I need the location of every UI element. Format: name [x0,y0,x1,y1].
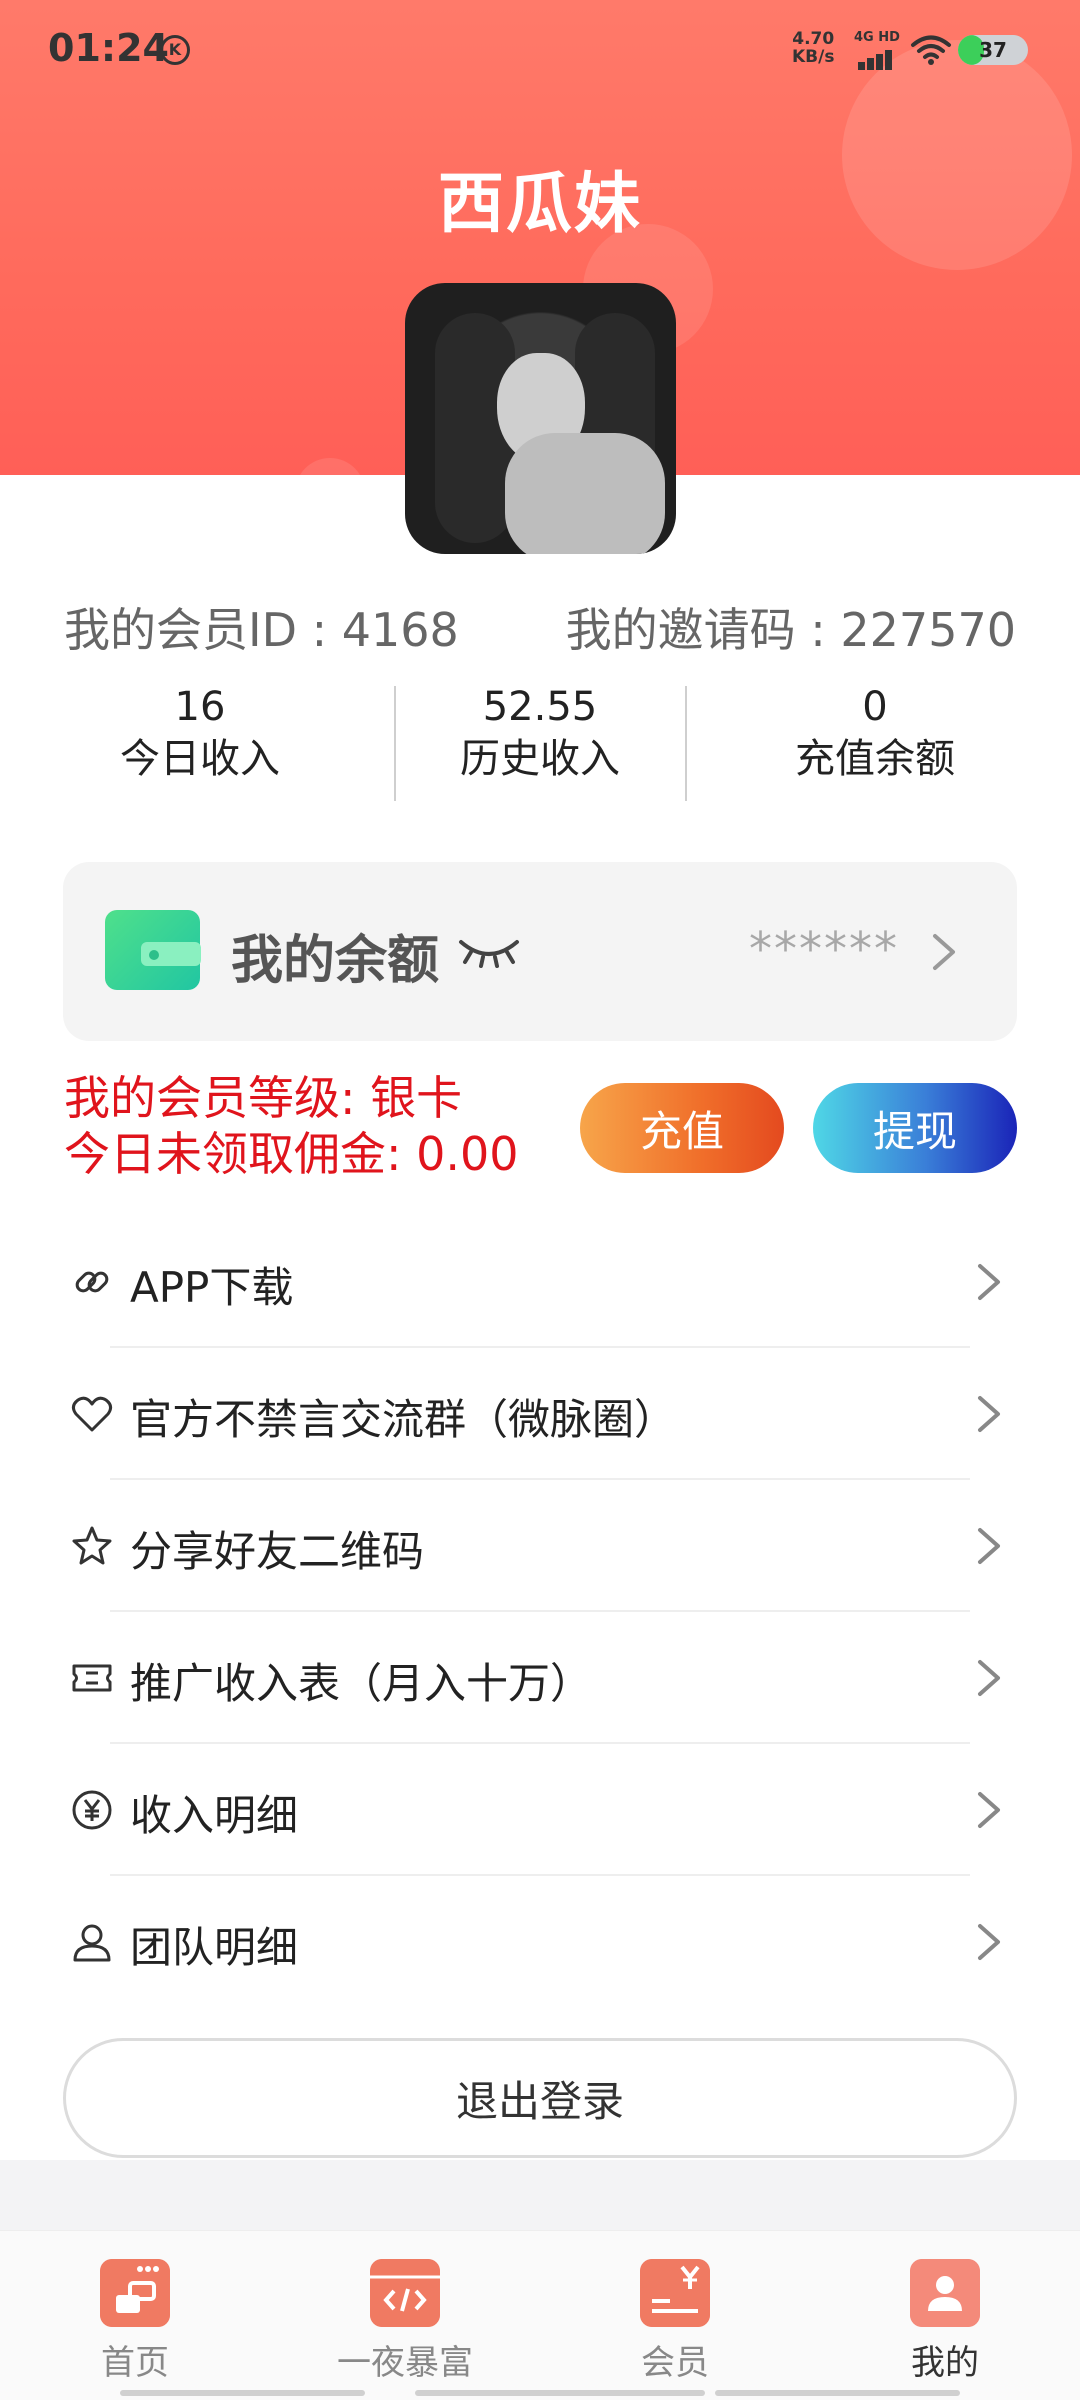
nav-label: 会员 [641,2343,709,2383]
member-id: 我的会员ID : 4168 [64,603,459,657]
gesture-bar [120,2390,365,2396]
menu-item-income-detail[interactable]: 收入明细 [0,1744,1080,1876]
network-speed-value: 4.70 [792,29,835,49]
battery-level: 37 [979,38,1007,62]
user-nickname: 西瓜妹 [438,165,642,242]
chevron-right-icon [978,1264,1000,1300]
recharge-button[interactable]: 充值 [580,1083,784,1173]
network-speed-unit: KB/s [792,47,835,67]
menu-label: 收入明细 [130,1791,299,1840]
member-level-info: 我的会员等级: 银卡 今日未领取佣金: 0.00 [64,1070,519,1182]
gesture-bar [415,2390,705,2396]
ticket-icon [72,1664,112,1692]
user-icon [73,1924,111,1962]
eye-closed-icon[interactable] [457,932,521,968]
menu-label: 分享好友二维码 [130,1527,425,1576]
stat-value: 16 [174,684,226,730]
profile-icon [910,2259,980,2327]
chevron-right-icon [978,1792,1000,1828]
chevron-right-icon [978,1528,1000,1564]
menu-label: APP下载 [130,1263,294,1312]
cell-signal-icon: 4G HD [854,30,900,70]
nav-get-rich[interactable]: 一夜暴富 [305,2259,505,2399]
home-icon [100,2259,170,2327]
nav-mine[interactable]: 我的 [845,2259,1045,2399]
nav-label: 一夜暴富 [337,2343,473,2383]
stat-label: 充值余额 [795,736,955,782]
stat-label: 今日收入 [120,736,280,782]
network-type-label: 4G HD [854,30,900,45]
profile-menu: APP下载 官方不禁言交流群（微脉圈） 分享好友二维码 推广收入表（月入十万） [0,1216,1080,2008]
yen-circle-icon [72,1790,112,1830]
balance-masked-value: ****** [749,922,899,976]
stat-value: 0 [862,684,888,730]
logout-button[interactable]: 退出登录 [63,2038,1017,2158]
k-badge-icon: K [160,35,190,65]
balance-card[interactable]: 我的余额 ****** [63,862,1017,1041]
link-icon [75,1271,109,1293]
divider [394,686,396,801]
divider [685,686,687,801]
stat-label: 历史收入 [460,736,620,782]
menu-label: 官方不禁言交流群（微脉圈） [130,1395,677,1444]
wifi-icon [911,35,951,65]
withdraw-button[interactable]: 提现 [813,1083,1017,1173]
menu-label: 团队明细 [130,1923,299,1972]
battery-icon: 37 [958,35,1028,65]
nav-member[interactable]: 会员 [575,2259,775,2399]
stat-recharge-balance[interactable]: 0 充值余额 [725,680,1025,800]
invite-code[interactable]: 我的邀请码 : 227570 [566,594,1016,660]
stat-value: 52.55 [482,684,598,730]
code-icon [370,2259,440,2327]
menu-item-team-detail[interactable]: 团队明细 [0,1876,1080,2008]
decor-bubble [295,458,365,475]
menu-item-promo-income-table[interactable]: 推广收入表（月入十万） [0,1612,1080,1744]
menu-item-official-group[interactable]: 官方不禁言交流群（微脉圈） [0,1348,1080,1480]
nav-label: 我的 [911,2343,979,2383]
income-stats: 16 今日收入 52.55 历史收入 0 充值余额 [0,680,1080,800]
avatar[interactable] [405,283,676,554]
status-bar: 01:24 K 4.70 KB/s 4G HD 37 [0,0,1080,100]
section-divider [0,2160,1080,2230]
unclaimed-commission: 今日未领取佣金: 0.00 [64,1127,519,1181]
yen-card-icon [640,2259,710,2327]
chevron-right-icon [978,1660,1000,1696]
star-icon [72,1526,112,1565]
gesture-bar [715,2390,960,2396]
menu-label: 推广收入表（月入十万） [130,1659,593,1708]
chevron-right-icon [933,934,955,970]
chevron-right-icon [978,1396,1000,1432]
stat-history-income[interactable]: 52.55 历史收入 [390,680,690,800]
wallet-icon [105,910,201,990]
nav-home[interactable]: 首页 [35,2259,235,2399]
heart-icon [71,1396,113,1432]
chevron-right-icon [978,1924,1000,1960]
member-grade: 我的会员等级: 银卡 [64,1071,463,1125]
balance-title: 我的余额 [231,931,440,991]
status-time: 01:24 [48,26,169,70]
network-speed: 4.70 KB/s [792,30,834,66]
menu-item-app-download[interactable]: APP下载 [0,1216,1080,1348]
stat-today-income[interactable]: 16 今日收入 [50,680,350,800]
bottom-nav: 首页 一夜暴富 会员 我的 [0,2230,1080,2400]
menu-item-share-qrcode[interactable]: 分享好友二维码 [0,1480,1080,1612]
nav-label: 首页 [101,2343,169,2383]
